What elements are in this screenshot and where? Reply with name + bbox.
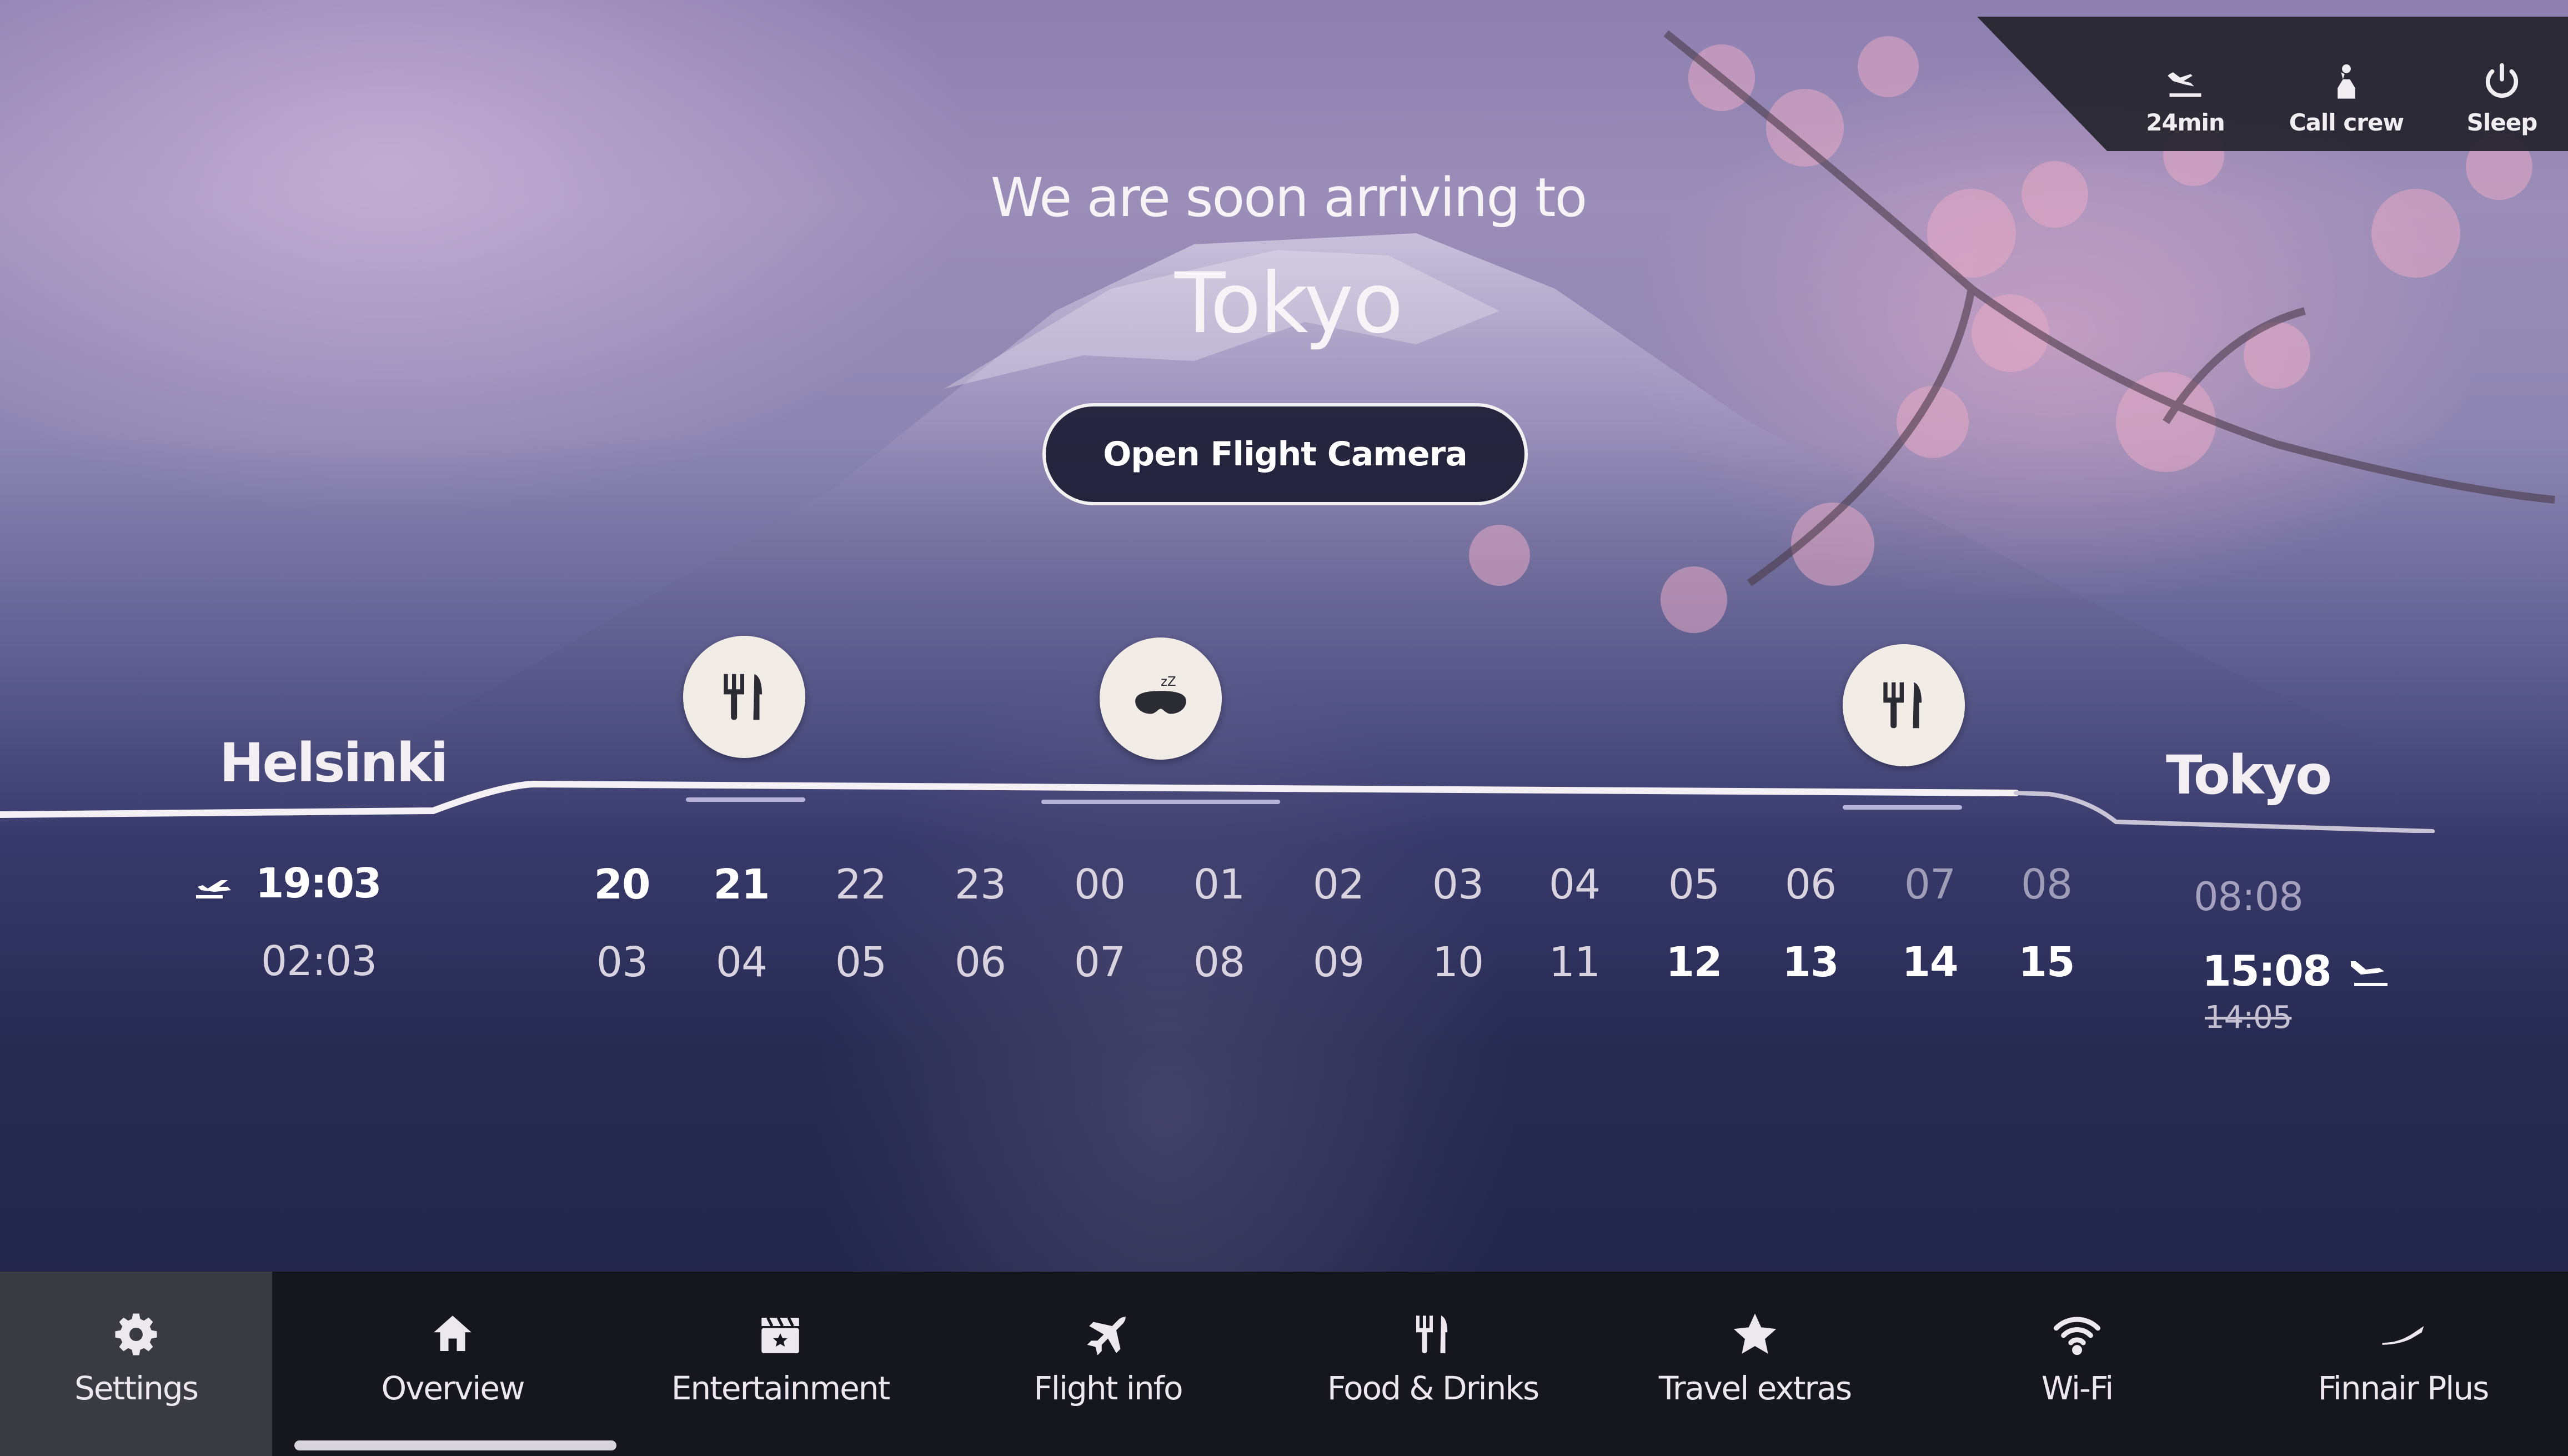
home-icon [434,1316,472,1351]
sleep-event-marker[interactable]: zZ [1100,637,1222,760]
time-to-landing: 24min [2124,60,2246,143]
arrival-time-origin: 08:08 [2194,874,2304,920]
ife-overview-screen: 24min Call crew Sleep We are soon arrivi… [0,0,2568,1456]
hour-destination: 10 [1432,938,1484,986]
meal-duration-bar [1843,805,1962,810]
hour-origin: 04 [1548,861,1601,908]
hour-origin: 07 [1904,861,1956,908]
arrival-time-destination: 15:08 [2202,946,2394,996]
nav-food-drinks[interactable]: Food & Drinks [1272,1272,1594,1456]
landing-plane-icon [2350,961,2388,986]
hour-destination: 09 [1312,938,1365,986]
hour-origin: 06 [1784,861,1837,908]
fork-knife-icon [1883,682,1922,729]
nav-entertainment-label: Entertainment [671,1369,891,1407]
nav-overview-label: Overview [381,1369,525,1407]
nav-flight-info[interactable]: Flight info [944,1272,1272,1456]
time-to-landing-label: 24min [2146,109,2225,136]
hour-destination: 05 [835,938,887,986]
nav-food-drinks-label: Food & Drinks [1327,1369,1539,1407]
star-icon [1733,1313,1777,1354]
meal-event-marker[interactable] [1843,644,1965,766]
airplane-icon [1087,1316,1127,1355]
sleep-button[interactable]: Sleep [2441,60,2563,143]
hour-origin: 08 [2020,861,2073,908]
hour-destination: 11 [1548,938,1601,986]
meal-duration-bar [686,797,805,802]
gear-icon [115,1313,157,1355]
hour-origin: 01 [1193,861,1245,908]
takeoff-plane-icon [196,880,231,898]
wifi-icon [2054,1317,2100,1355]
hour-origin: 20 [594,861,651,908]
departure-time-origin: 19:03 [194,860,382,907]
nav-flight-info-label: Flight info [1034,1369,1183,1407]
meal-event-marker[interactable] [683,636,805,758]
hour-origin: 23 [954,861,1006,908]
arrival-intro-text: We are soon arriving to [990,167,1587,229]
hour-destination: 14 [1902,938,1959,986]
destination-city: Tokyo [2166,744,2332,806]
hour-destination: 15 [2018,938,2075,986]
call-crew-icon [2338,64,2355,99]
fork-knife-icon [1416,1316,1448,1353]
nav-settings-label: Settings [74,1369,199,1407]
landing-plane-icon [2168,72,2201,97]
nav-travel-extras[interactable]: Travel extras [1594,1272,1916,1456]
sleep-mask-icon: zZ [1135,675,1186,714]
arrival-city-title: Tokyo [1175,255,1403,352]
nav-overview[interactable]: Overview [289,1272,616,1456]
nav-wifi-label: Wi-Fi [2041,1369,2114,1407]
hour-destination: 13 [1782,938,1839,986]
call-crew-label: Call crew [2289,109,2404,136]
finnair-plus-icon [2382,1326,2424,1345]
active-tab-indicator [294,1440,616,1450]
hour-origin: 00 [1074,861,1126,908]
hour-destination: 07 [1074,938,1126,986]
nav-settings[interactable]: Settings [0,1272,272,1456]
call-crew-button[interactable]: Call crew [2285,60,2408,143]
nav-travel-extras-label: Travel extras [1658,1369,1852,1407]
hour-destination: 08 [1193,938,1245,986]
departure-time-origin-value: 19:03 [255,860,382,907]
open-flight-camera-button[interactable]: Open Flight Camera [1042,403,1528,505]
hour-origin: 02 [1312,861,1365,908]
nav-finnair-plus[interactable]: Finnair Plus [2238,1272,2568,1456]
hour-origin: 22 [835,861,887,908]
origin-city: Helsinki [219,732,448,794]
nav-wifi[interactable]: Wi-Fi [1916,1272,2238,1456]
hour-destination: 03 [596,938,648,986]
nav-finnair-plus-label: Finnair Plus [2318,1369,2490,1407]
hour-origin: 05 [1668,861,1720,908]
fork-knife-icon [724,674,763,720]
departure-time-destination: 02:03 [261,937,377,985]
clapperboard-icon [761,1317,799,1353]
hour-origin: 03 [1432,861,1484,908]
original-arrival-time: 14:05 [2205,1000,2292,1036]
sleep-label: Sleep [2466,109,2538,136]
bottom-navigation: Settings Overview Entertainment Flight i… [0,1272,2568,1456]
power-icon [2485,63,2519,98]
hour-destination: 12 [1666,938,1723,986]
hour-destination: 04 [715,938,768,986]
sleep-duration-bar [1041,800,1280,804]
nav-entertainment[interactable]: Entertainment [616,1272,944,1456]
hour-destination: 06 [954,938,1006,986]
arrival-time-destination-value: 15:08 [2202,946,2332,996]
hour-origin: 21 [713,861,770,908]
svg-text:zZ: zZ [1161,675,1176,689]
